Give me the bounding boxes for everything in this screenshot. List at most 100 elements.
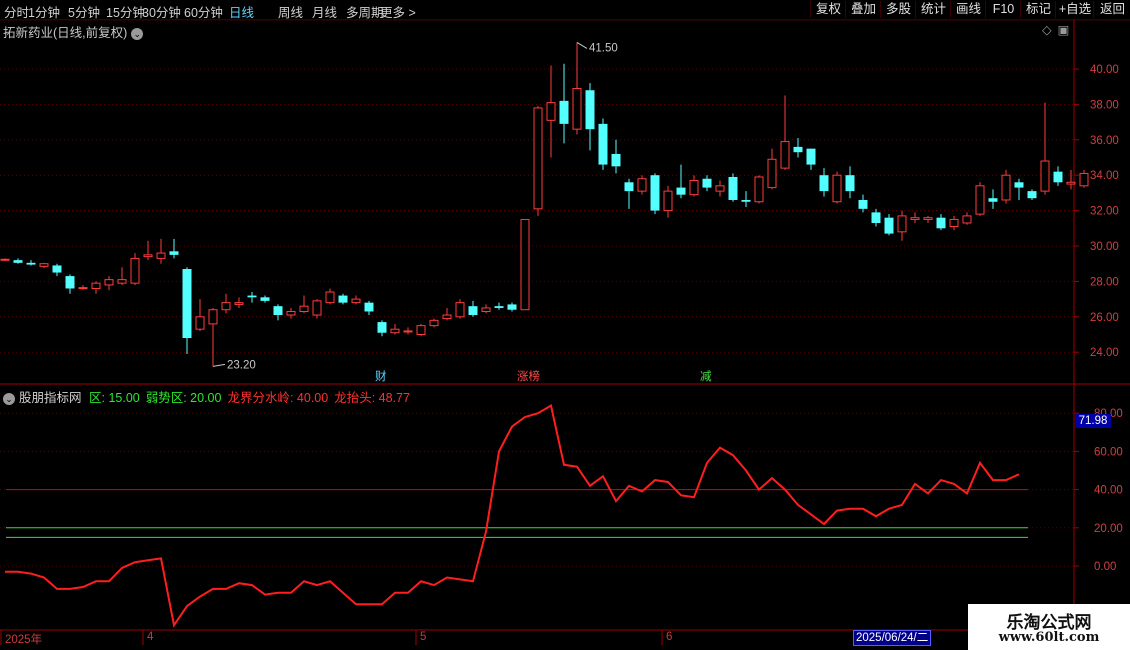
candle-body-down bbox=[611, 153, 621, 167]
indicator-current-value: 71.98 bbox=[1075, 414, 1111, 428]
candle-body-up bbox=[1001, 174, 1011, 201]
candle-body-up bbox=[91, 282, 101, 289]
low-price-label: 23.20 bbox=[227, 359, 256, 371]
indicator-legend-item-0: 区: 15.00 bbox=[89, 391, 140, 405]
candle-body-down bbox=[936, 217, 946, 229]
stock-chart: 4 0.00 38.00 36.00 34.00 32.00 30.00 28.00 26.00… bbox=[0, 19, 1130, 645]
indicator-name: 股朋指标网 bbox=[19, 391, 82, 405]
candle-body-up bbox=[39, 263, 49, 267]
candle-body-up bbox=[520, 218, 530, 311]
event-marker-2[interactable]: 减 bbox=[698, 370, 714, 384]
date-axis-label-0: 2025年 bbox=[5, 634, 43, 646]
candle-body-up bbox=[923, 217, 933, 220]
expand-icon[interactable]: ▣ bbox=[1058, 23, 1070, 37]
candle-body-down bbox=[871, 212, 881, 223]
watermark-url: www.60lt.com bbox=[998, 630, 1100, 645]
candle-body-down bbox=[507, 304, 517, 310]
candle-body-up bbox=[780, 141, 790, 169]
candle-body-down bbox=[793, 146, 803, 153]
indicator-legend-item-2: 龙界分水岭: 40.00 bbox=[227, 391, 329, 405]
candle-body-up bbox=[325, 291, 335, 304]
candle-body-up bbox=[546, 102, 556, 121]
candle-body-up bbox=[390, 328, 400, 334]
candle-body-up bbox=[208, 309, 218, 325]
candle-body-up bbox=[312, 300, 322, 316]
candle-body-up bbox=[637, 178, 647, 192]
candle-body-up bbox=[130, 257, 140, 284]
candle-body-up bbox=[1079, 172, 1089, 187]
candle-body-down bbox=[52, 265, 62, 273]
price-axis-label: 32.00 bbox=[1090, 206, 1119, 218]
candle-body-up bbox=[117, 279, 127, 284]
candle-body-down bbox=[624, 182, 634, 192]
candle-body-up bbox=[715, 185, 725, 192]
candle-body-down bbox=[598, 123, 608, 165]
candle-body-up bbox=[403, 330, 413, 333]
candle-body-up bbox=[689, 180, 699, 196]
candle-body-up bbox=[416, 325, 426, 335]
candle-body-down bbox=[338, 295, 348, 303]
low-marker-arrow bbox=[212, 363, 226, 367]
price-axis-label: 34.00 bbox=[1090, 170, 1119, 182]
candle-body-down bbox=[741, 199, 751, 202]
indicator-chevron-icon[interactable]: ⌄ bbox=[3, 392, 15, 405]
candle-body-up bbox=[481, 307, 491, 312]
price-axis-label: 36.00 bbox=[1090, 135, 1119, 147]
high-price-label: 41.50 bbox=[589, 42, 618, 54]
diamond-icon[interactable]: ◇ bbox=[1042, 23, 1052, 37]
candle-body-up bbox=[1040, 160, 1050, 192]
price-axis-label: 38.00 bbox=[1090, 99, 1119, 111]
date-axis-label-1: 4 bbox=[147, 631, 154, 643]
candle-body-down bbox=[988, 198, 998, 202]
candle-body-up bbox=[156, 252, 166, 259]
indicator-axis-label: 60.00 bbox=[1094, 446, 1123, 458]
candle-body-down bbox=[806, 148, 816, 165]
candle-body-up bbox=[910, 217, 920, 220]
candle-body-up bbox=[975, 185, 985, 215]
candle-body-down bbox=[845, 175, 855, 192]
chevron-down-icon[interactable]: ⌄ bbox=[131, 27, 144, 40]
candle-body-up bbox=[78, 287, 88, 290]
candle-body-up bbox=[104, 279, 114, 286]
candle-body-down bbox=[676, 187, 686, 195]
candle-body-up bbox=[143, 254, 153, 258]
event-marker-0[interactable]: 财 bbox=[373, 370, 389, 384]
candle-body-down bbox=[1053, 171, 1063, 183]
candle-body-down bbox=[858, 199, 868, 209]
candle-body-up bbox=[949, 218, 959, 228]
candle-body-down bbox=[559, 100, 569, 124]
price-axis-label: 24.00 bbox=[1090, 347, 1119, 359]
candle-body-down bbox=[650, 175, 660, 211]
candle-body-up bbox=[897, 215, 907, 233]
candle-body-up bbox=[299, 305, 309, 312]
candle-body-down bbox=[26, 262, 36, 265]
price-axis-label: 26.00 bbox=[1090, 312, 1119, 324]
candle-body-down bbox=[1027, 191, 1037, 199]
candle-body-up bbox=[962, 215, 972, 224]
candle-body-up bbox=[455, 302, 465, 318]
candle-body-down bbox=[819, 175, 829, 192]
high-marker-arrow bbox=[576, 42, 588, 49]
event-marker-1[interactable]: 涨榜 bbox=[515, 370, 542, 384]
candle-body-up bbox=[1066, 181, 1076, 185]
candle-body-up bbox=[663, 190, 673, 212]
watermark-logo: 乐淘公式网 www.60lt.com bbox=[968, 604, 1130, 650]
indicator-legend-item-3: 龙抬头: 48.77 bbox=[334, 391, 410, 405]
candle-body-down bbox=[260, 297, 270, 301]
candle-body-up bbox=[572, 87, 582, 130]
candle-body-down bbox=[13, 260, 23, 263]
candle-body-down bbox=[247, 295, 257, 298]
indicator-axis-label: 0.00 bbox=[1094, 561, 1116, 573]
candle-body-up bbox=[767, 158, 777, 189]
price-axis-label: 28.00 bbox=[1090, 276, 1119, 288]
main-panel-title-wrap: 拓新药业(日线,前复权) ⌄ bbox=[3, 22, 144, 41]
candle-body-up bbox=[429, 319, 439, 327]
candle-body-down bbox=[702, 178, 712, 188]
candle-body-down bbox=[494, 306, 504, 308]
price-axis-label: 30.00 bbox=[1090, 241, 1119, 253]
candle-body-up bbox=[351, 298, 361, 304]
candle-body-up bbox=[286, 310, 296, 316]
indicator-legend-item-1: 弱势区: 20.00 bbox=[145, 391, 222, 405]
candle-body-up bbox=[533, 107, 543, 210]
candle-body-down bbox=[884, 217, 894, 234]
